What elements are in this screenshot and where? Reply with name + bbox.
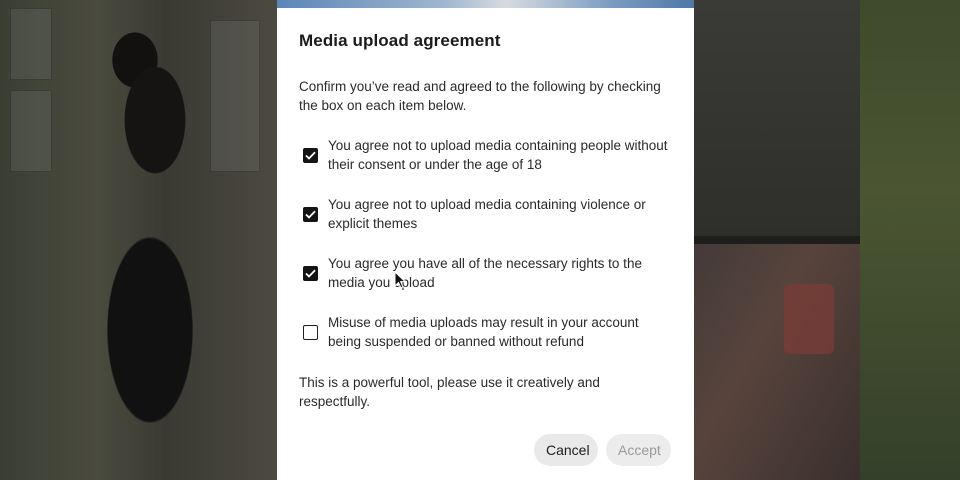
background-divider [694, 236, 860, 244]
checkmark-icon [305, 269, 316, 278]
agreement-item-violence[interactable]: You agree not to upload media containing… [303, 196, 675, 233]
checkmark-icon [305, 210, 316, 219]
checkmark-icon [305, 151, 316, 160]
dialog-header-image [277, 0, 694, 8]
background-photo-far-right [860, 0, 960, 480]
cancel-button[interactable]: Cancel [534, 434, 598, 466]
agreement-item-label: Misuse of media uploads may result in yo… [328, 315, 639, 349]
background-window [10, 90, 52, 172]
accept-button[interactable]: Accept [606, 434, 671, 466]
background-window [10, 8, 52, 80]
background-window [210, 20, 260, 172]
checkbox-violence[interactable] [303, 207, 318, 222]
background-photo-left [0, 0, 277, 480]
agreement-item-label: You agree not to upload media containing… [328, 197, 646, 231]
screen: Media upload agreement Confirm you’ve re… [0, 0, 960, 480]
checkbox-rights[interactable] [303, 266, 318, 281]
agreement-item-consent[interactable]: You agree not to upload media containing… [303, 137, 675, 174]
background-sign [784, 284, 834, 354]
background-photo-right-top [694, 0, 860, 236]
checkbox-consent[interactable] [303, 148, 318, 163]
mouse-pointer-icon [394, 271, 406, 289]
agreement-item-label: You agree you have all of the necessary … [328, 256, 642, 290]
agreement-item-misuse[interactable]: Misuse of media uploads may result in yo… [303, 314, 675, 351]
dialog-title: Media upload agreement [299, 31, 501, 50]
checkbox-misuse[interactable] [303, 325, 318, 340]
dialog-footer-text: This is a powerful tool, please use it c… [299, 375, 600, 409]
media-upload-agreement-dialog: Media upload agreement Confirm you’ve re… [277, 0, 694, 480]
agreement-item-label: You agree not to upload media containing… [328, 138, 668, 172]
agreement-item-rights[interactable]: You agree you have all of the necessary … [303, 255, 675, 292]
dialog-intro-text: Confirm you’ve read and agreed to the fo… [299, 79, 661, 113]
background-photo-right-middle [694, 244, 860, 480]
